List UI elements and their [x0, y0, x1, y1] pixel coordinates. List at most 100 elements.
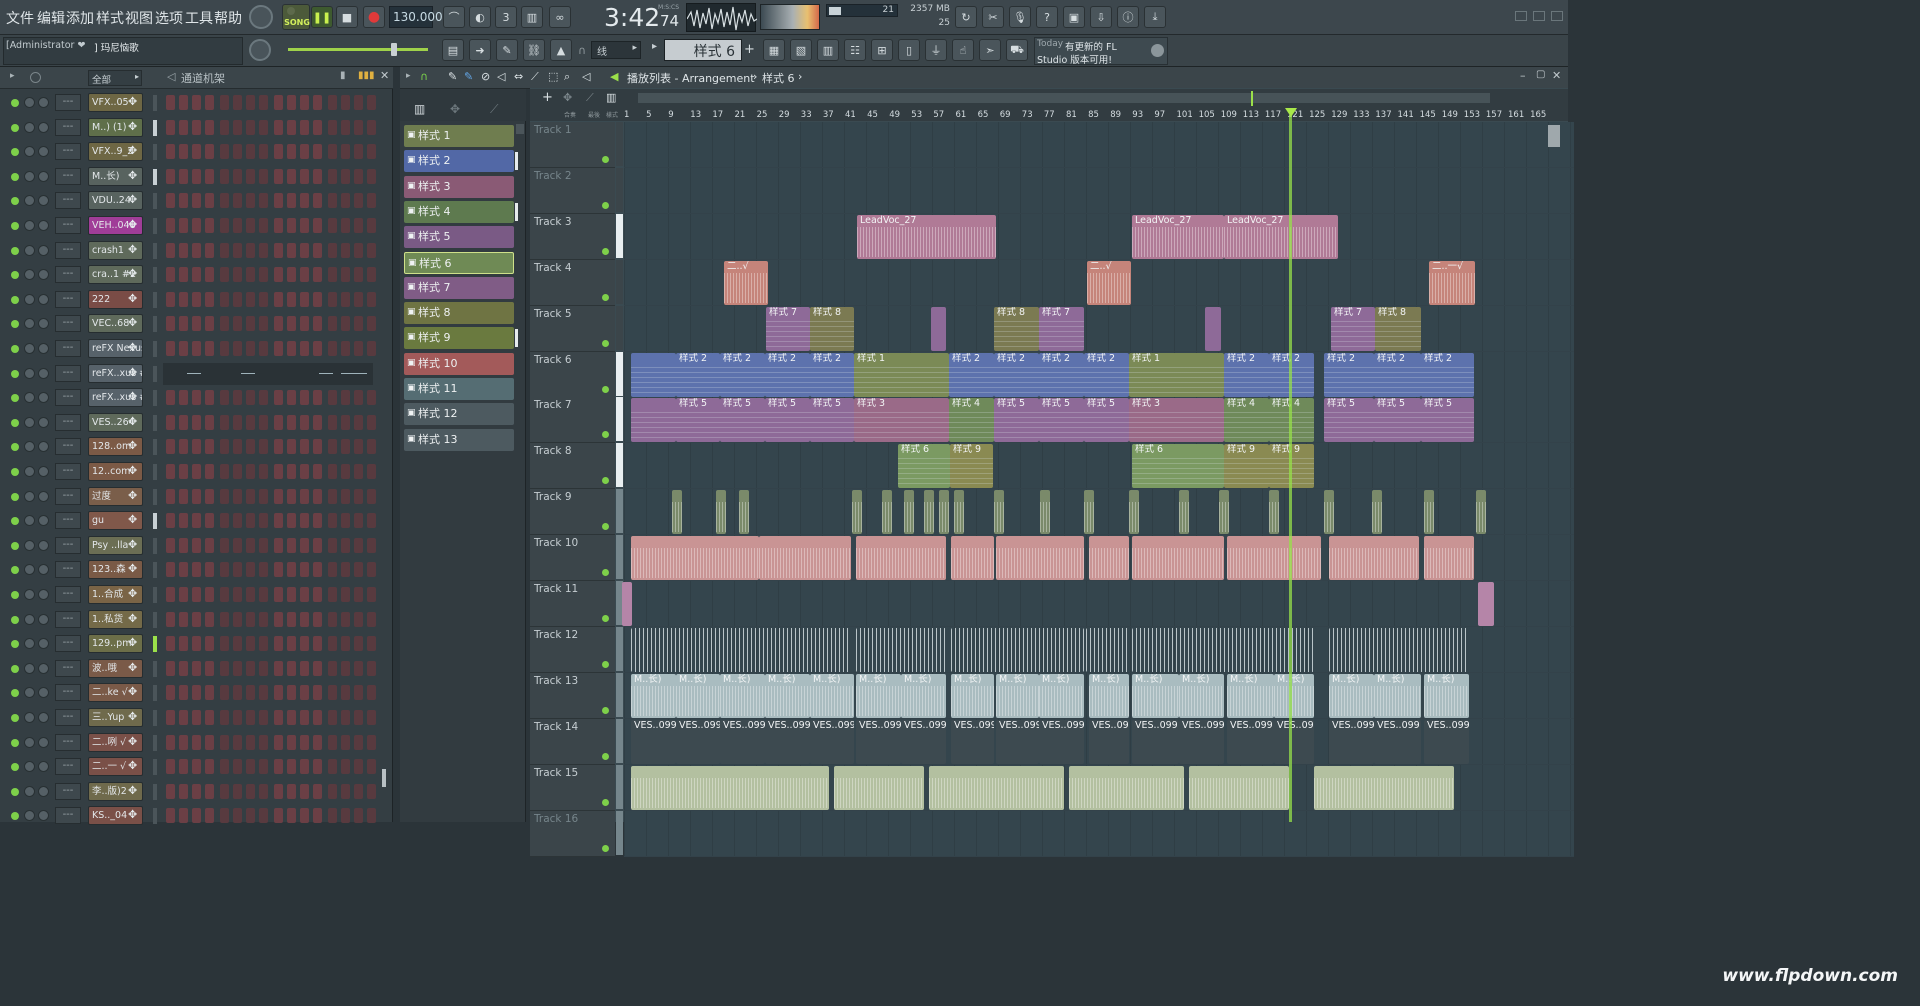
- channel-volume-knob[interactable]: [38, 416, 49, 428]
- channel-row[interactable]: --- 1..私货 ✥: [0, 608, 393, 632]
- playlist-clip[interactable]: 样式 4: [1224, 398, 1269, 443]
- step-button[interactable]: [354, 439, 363, 455]
- step-button[interactable]: [179, 267, 188, 283]
- step-button[interactable]: [287, 144, 296, 160]
- channel-volume-knob[interactable]: [38, 515, 49, 527]
- stamp-tool-button[interactable]: ▲: [550, 39, 572, 61]
- step-button[interactable]: [179, 513, 188, 529]
- step-button[interactable]: [192, 341, 201, 356]
- step-button[interactable]: [328, 537, 337, 553]
- save-button[interactable]: ▣: [1063, 6, 1085, 28]
- step-button[interactable]: [259, 95, 268, 110]
- step-button[interactable]: [354, 685, 363, 701]
- rack-close-icon[interactable]: ✕: [380, 69, 389, 82]
- channel-mixer-track[interactable]: ---: [55, 167, 81, 185]
- step-button[interactable]: [367, 242, 376, 258]
- paint-tool-icon[interactable]: ✎: [464, 70, 473, 83]
- step-button[interactable]: [246, 611, 255, 627]
- channel-row[interactable]: --- 二..一 √ ✥: [0, 755, 393, 779]
- playlist-clip[interactable]: 样式 2: [1039, 352, 1084, 397]
- step-button[interactable]: [354, 119, 363, 135]
- channel-mute-led[interactable]: [11, 566, 19, 575]
- step-button[interactable]: [287, 95, 296, 110]
- playlist-clip[interactable]: VES..099: [1329, 719, 1374, 764]
- playlist-clip[interactable]: [1329, 536, 1419, 581]
- menu-item-5[interactable]: 选项: [155, 8, 183, 28]
- playlist-clip[interactable]: 样式 2: [1224, 352, 1269, 397]
- channel-pan-knob[interactable]: [24, 736, 35, 748]
- step-button[interactable]: [300, 464, 309, 479]
- step-button[interactable]: [313, 414, 322, 430]
- step-button[interactable]: [313, 390, 322, 406]
- playlist-clip[interactable]: [1132, 536, 1224, 581]
- channel-select-indicator[interactable]: [153, 341, 157, 357]
- step-button[interactable]: [192, 660, 201, 676]
- step-button[interactable]: [220, 291, 229, 307]
- channel-row[interactable]: --- crash1 ✥: [0, 239, 393, 263]
- channel-mute-led[interactable]: [11, 517, 19, 526]
- channel-rack-button[interactable]: ▧: [790, 39, 812, 61]
- step-button[interactable]: [179, 488, 188, 504]
- step-button[interactable]: [220, 464, 229, 479]
- step-button[interactable]: [205, 660, 214, 676]
- step-button[interactable]: [179, 193, 188, 209]
- step-button[interactable]: [166, 390, 175, 406]
- channel-pan-knob[interactable]: [24, 121, 35, 133]
- channel-row[interactable]: --- VES..264 ✥: [0, 411, 393, 435]
- step-button[interactable]: [205, 242, 214, 258]
- step-button[interactable]: [259, 218, 268, 233]
- step-button[interactable]: [341, 119, 350, 135]
- step-button[interactable]: [166, 267, 175, 283]
- step-button[interactable]: [328, 193, 337, 209]
- step-button[interactable]: [274, 808, 283, 824]
- channel-row[interactable]: --- KS.._04 ✥: [0, 804, 393, 828]
- channel-select-indicator[interactable]: [153, 144, 157, 161]
- cut-button[interactable]: ✂: [982, 6, 1004, 28]
- step-button[interactable]: [313, 562, 322, 578]
- pattern-item[interactable]: ▣ 样式 4: [404, 200, 518, 223]
- step-button[interactable]: [246, 513, 255, 529]
- undo-history-button[interactable]: ↻: [955, 6, 977, 28]
- pattern-item[interactable]: ▣ 样式 6: [404, 251, 514, 274]
- step-button[interactable]: [192, 759, 201, 775]
- channel-row[interactable]: --- 过度 ✥: [0, 485, 393, 509]
- channel-volume-knob[interactable]: [38, 589, 49, 600]
- channel-mute-led[interactable]: [11, 418, 19, 427]
- step-button[interactable]: [259, 193, 268, 209]
- step-button[interactable]: [367, 464, 376, 479]
- window-minimize-button[interactable]: [1515, 11, 1527, 21]
- channel-row[interactable]: ---reFX..xus #3✥: [0, 386, 393, 410]
- step-button[interactable]: [367, 759, 376, 775]
- step-button[interactable]: [354, 242, 363, 258]
- track-lane[interactable]: [624, 810, 1574, 857]
- channel-row[interactable]: --- 二..咧 √ ✥: [0, 731, 393, 755]
- step-button[interactable]: [166, 119, 175, 135]
- step-button[interactable]: [259, 587, 268, 602]
- playlist-clip[interactable]: [1086, 627, 1129, 672]
- playlist-clip[interactable]: 样式 2: [676, 352, 720, 397]
- step-button[interactable]: [354, 636, 363, 652]
- playlist-clip[interactable]: 样式 1: [854, 352, 949, 397]
- song-mode-toggle[interactable]: SONG: [282, 4, 310, 30]
- step-button[interactable]: [367, 783, 376, 799]
- track-lane[interactable]: M..长) M..长) M..长) M..长) M..长) M..长) M..长) M..长)…: [624, 672, 1574, 719]
- playlist-clip[interactable]: 样式 5: [810, 398, 854, 443]
- step-button[interactable]: [367, 611, 376, 627]
- playlist-clip[interactable]: 样式 2: [720, 352, 765, 397]
- playlist-close-icon[interactable]: ✕: [1552, 69, 1561, 82]
- pattern-item[interactable]: ▣ 样式 13: [404, 428, 514, 451]
- playlist-clip[interactable]: LeadVoc_27: [857, 214, 996, 259]
- news-panel[interactable]: Today 有更新的 FL Studio 版本可用!: [1034, 37, 1168, 66]
- step-button[interactable]: [192, 808, 201, 824]
- link-tool-button[interactable]: ⛓: [523, 39, 545, 61]
- playlist-clip[interactable]: M..长): [951, 673, 994, 718]
- playlist-clip[interactable]: 样式 9: [950, 444, 993, 489]
- step-button[interactable]: [287, 636, 296, 652]
- step-button[interactable]: [246, 562, 255, 578]
- step-button[interactable]: [233, 168, 242, 184]
- step-button[interactable]: [287, 341, 296, 356]
- playlist-clip[interactable]: VES..099: [631, 719, 676, 764]
- step-button[interactable]: [341, 95, 350, 110]
- online-button[interactable]: ➣: [979, 39, 1001, 61]
- playlist-clip[interactable]: [1476, 490, 1486, 535]
